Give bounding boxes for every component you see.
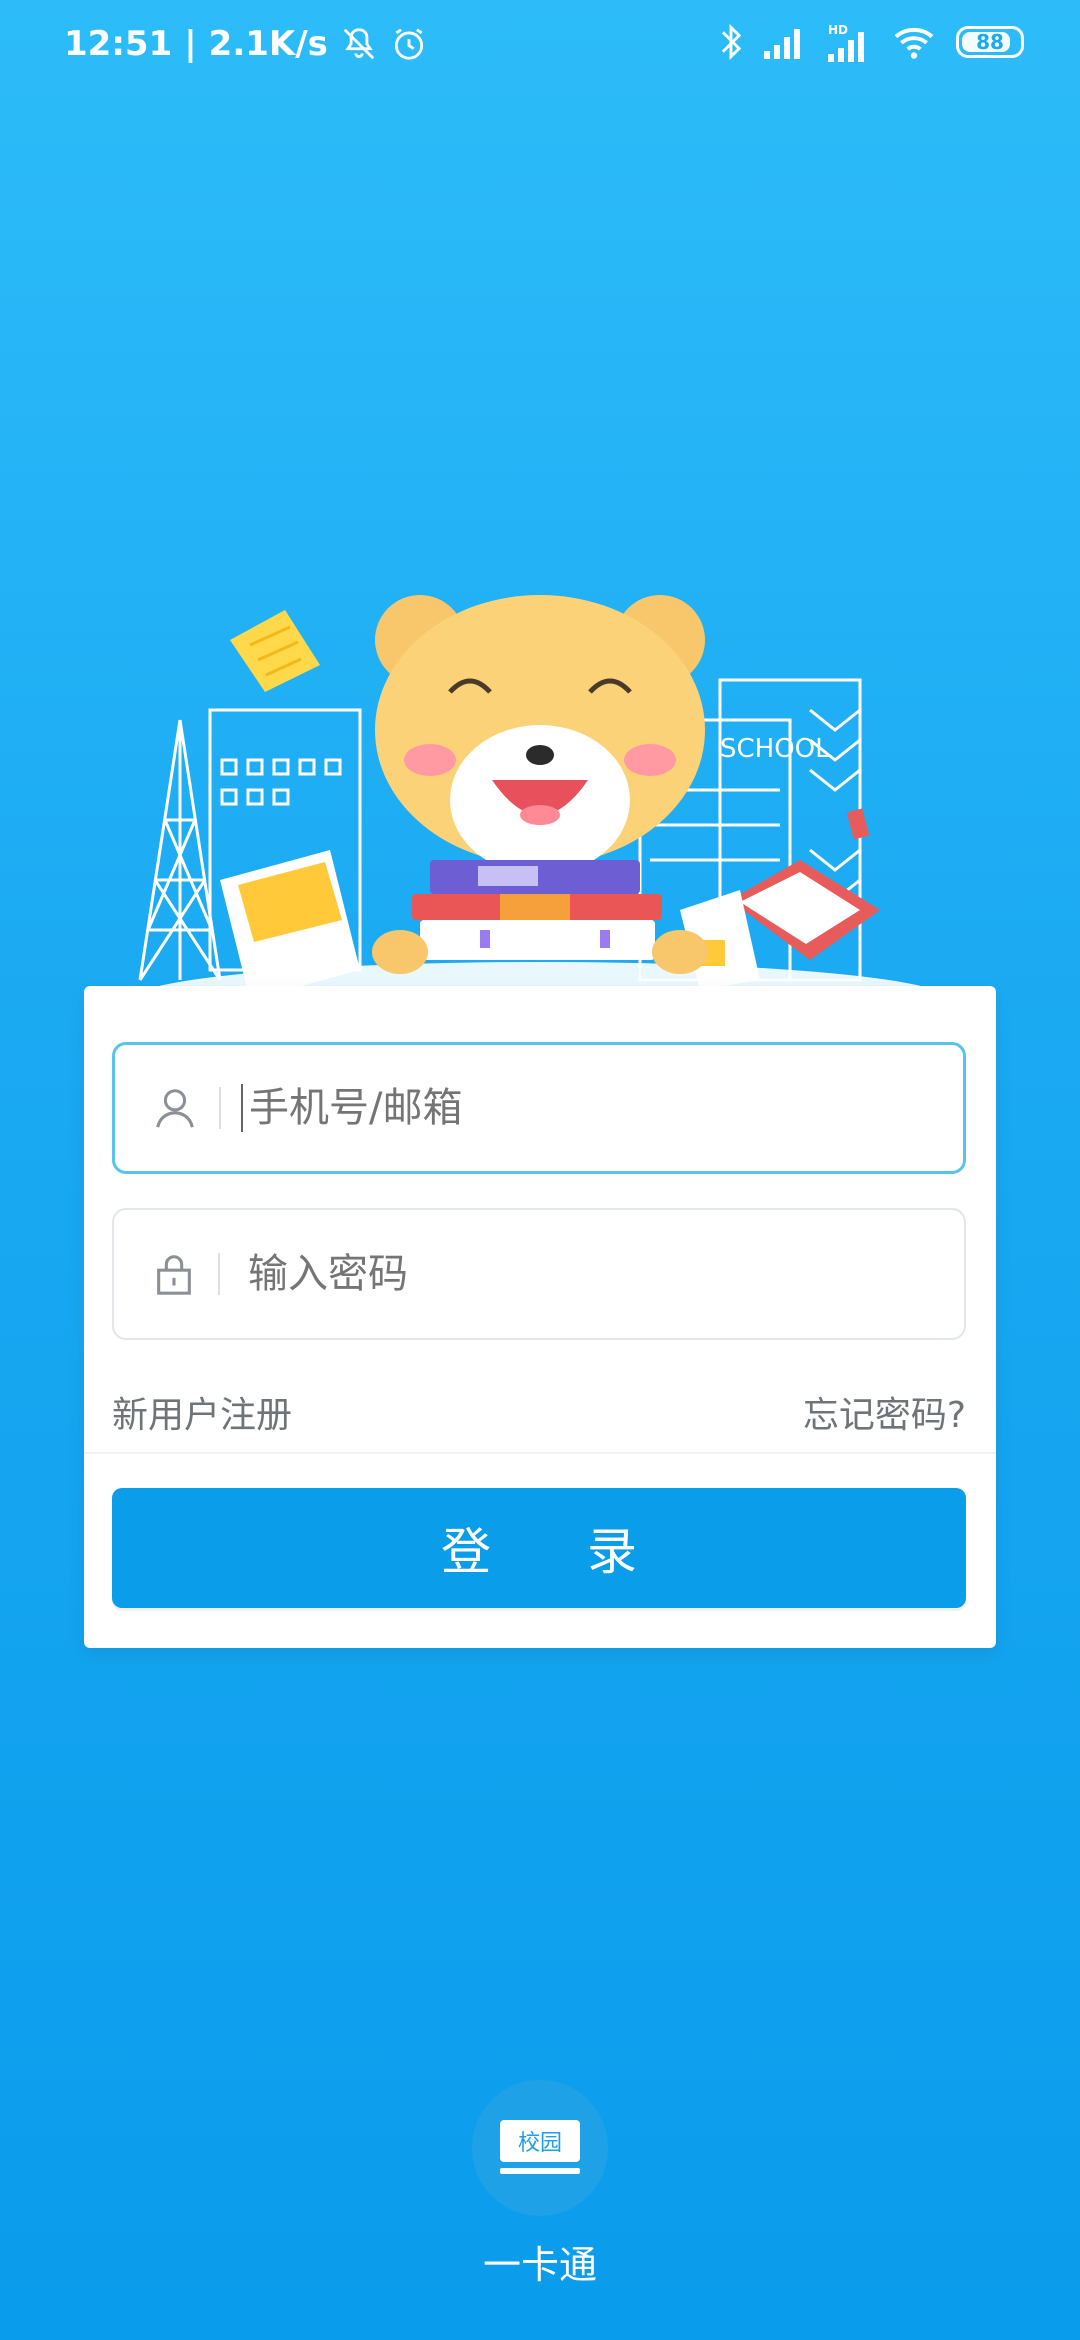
password-input[interactable]: [246, 1250, 964, 1298]
status-bar: 12:51 | 2.1K/s HD 88: [0, 0, 1080, 96]
username-field[interactable]: [112, 1042, 966, 1174]
status-time: 12:51: [64, 24, 173, 64]
svg-text:HD: HD: [828, 23, 848, 37]
wifi-icon: [894, 27, 934, 59]
username-input[interactable]: [247, 1084, 963, 1132]
book-stack-drawing: [372, 860, 708, 974]
signal-icon: [764, 29, 800, 59]
login-card: 新用户注册 忘记密码? 登 录: [84, 986, 996, 1648]
forgot-password-link[interactable]: 忘记密码?: [803, 1386, 966, 1438]
password-field[interactable]: [112, 1208, 966, 1340]
bear-mascot-drawing: [375, 595, 705, 875]
lock-icon: [144, 1244, 204, 1304]
campus-card-icon[interactable]: 校园: [472, 2080, 608, 2216]
battery-level: 88: [976, 30, 1004, 54]
field-separator: [218, 1253, 220, 1295]
status-separator: |: [184, 24, 197, 64]
mute-icon: [343, 28, 375, 60]
flying-paper-drawing: [230, 610, 320, 692]
bluetooth-icon: [721, 23, 742, 61]
alarm-icon: [394, 28, 423, 60]
hd-signal-icon: HD: [828, 23, 864, 62]
text-caret: [241, 1084, 243, 1132]
login-links: 新用户注册 忘记密码?: [112, 1386, 966, 1438]
register-link[interactable]: 新用户注册: [112, 1386, 292, 1438]
field-separator: [219, 1087, 221, 1129]
school-sign: SCHOOL: [720, 734, 830, 764]
battery-icon: 88: [956, 26, 1024, 58]
campus-card-shortcut[interactable]: 校园 一卡通: [472, 2080, 608, 2289]
divider: [84, 1452, 996, 1454]
tower-drawing: [138, 719, 222, 981]
login-button[interactable]: 登 录: [112, 1488, 966, 1608]
user-icon: [145, 1078, 205, 1138]
campus-card-label: 一卡通: [482, 2243, 597, 2287]
status-network-speed: 2.1K/s: [208, 24, 328, 64]
campus-card-badge: 校园: [518, 2131, 562, 2156]
school-bear-illustration: SCHOOL: [130, 595, 950, 1000]
